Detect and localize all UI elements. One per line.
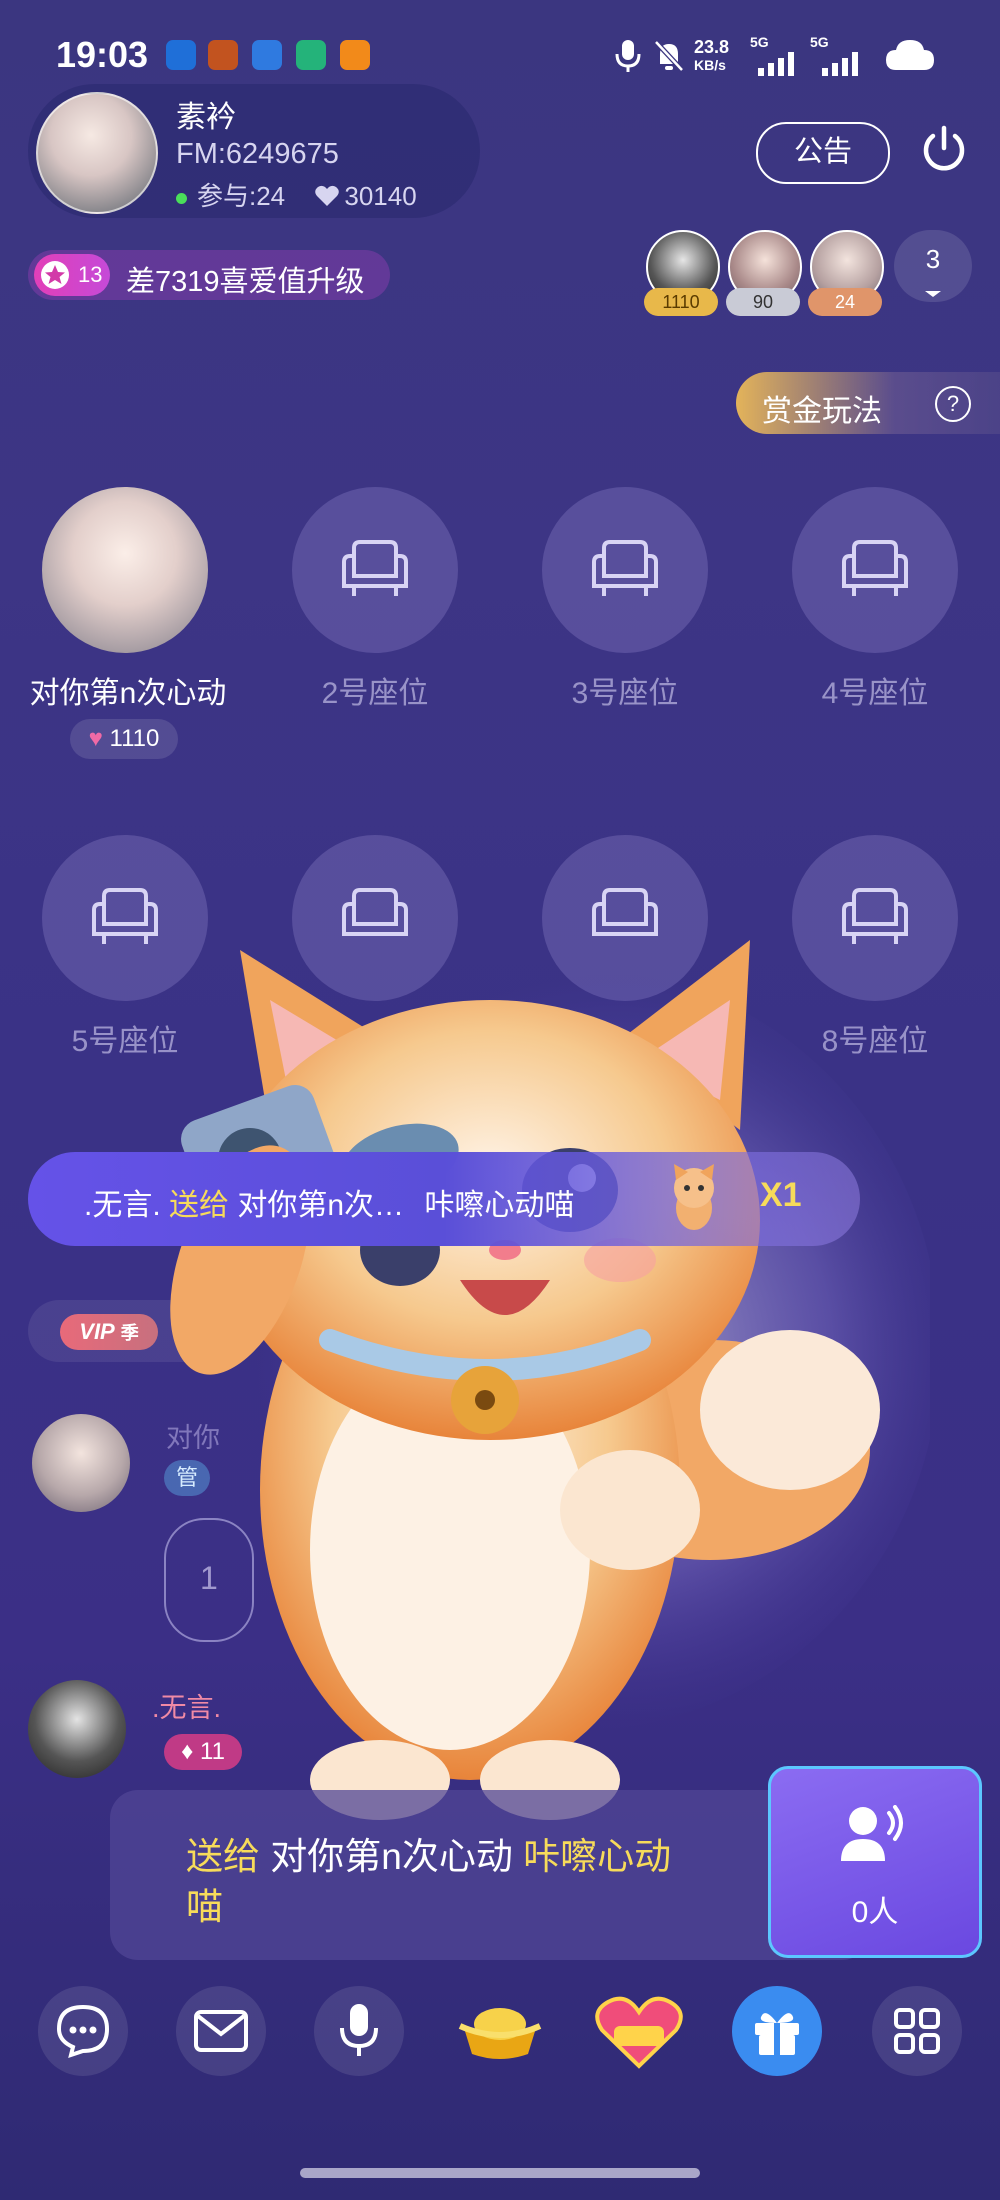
power-exit-icon[interactable]: [918, 124, 970, 176]
microphone-icon: [340, 2004, 378, 2056]
status-bar: 19:03 23.8 KB/s 5G 5G: [0, 30, 1000, 90]
seat-3-label: 3号座位: [571, 677, 679, 710]
network-type-2: 5G: [810, 34, 829, 50]
mic-queue-button[interactable]: 0人: [768, 1766, 982, 1958]
online-count-button[interactable]: 3: [894, 230, 972, 302]
microphone-status-icon: [615, 40, 641, 72]
seat-2-label: 2号座位: [321, 677, 429, 710]
clock: 19:03: [56, 34, 149, 75]
mute-bell-icon: [654, 40, 684, 72]
grid-menu-icon: [894, 2008, 940, 2054]
gold-ingot-icon[interactable]: [458, 2000, 542, 2064]
gift-banner-text: .无言. 送给 对你第n次… 咔嚓心动喵: [84, 1189, 575, 1222]
seat-4[interactable]: [792, 487, 958, 653]
seat-1-avatar[interactable]: [42, 487, 208, 653]
notice-button[interactable]: 公告: [756, 122, 890, 184]
participants-count: 参与:24: [197, 181, 286, 211]
broadcast-notification-icon: [252, 40, 282, 70]
network-type-1: 5G: [750, 34, 769, 50]
empty-seat-icon: [592, 540, 658, 596]
seat-1-name: 对你第n次心动: [29, 677, 227, 710]
vip-badge: VIP 季: [60, 1314, 158, 1350]
empty-seat-icon: [842, 540, 908, 596]
heart-icon: [315, 185, 340, 206]
top-user-score-2: 90: [726, 288, 800, 316]
seat-4-label: 4号座位: [821, 677, 929, 710]
bounty-label: 赏金玩法: [762, 395, 882, 428]
message-avatar-1[interactable]: [32, 1414, 130, 1512]
cloud-icon: [886, 40, 934, 70]
heart-gift-icon[interactable]: [594, 1994, 684, 2070]
shop-notification-icon: [340, 40, 370, 70]
host-name: 素衿: [176, 101, 236, 134]
gift-count: X1: [760, 1176, 802, 1214]
signal-icon-2: [822, 52, 858, 76]
top-user-score-1: 1110: [644, 288, 718, 316]
level-progress-text: 差7319喜爱值升级: [126, 266, 365, 298]
home-indicator[interactable]: [300, 2168, 700, 2178]
net-speed: 23.8 KB/s: [694, 37, 730, 73]
message-avatar-2[interactable]: [28, 1680, 126, 1778]
video-notification-icon: [296, 40, 326, 70]
host-likes: 30140: [344, 181, 417, 211]
cat-gift-icon: [674, 1164, 714, 1230]
chat-gift-text: 送给 对你第n次心动 咔嚓心动 喵: [186, 1836, 672, 1927]
host-fm-id: FM:6249675: [176, 138, 339, 170]
mail-icon: [194, 2010, 248, 2052]
help-icon[interactable]: ?: [935, 386, 971, 422]
chat-button[interactable]: [38, 1986, 128, 2076]
gift-box-icon: [755, 2013, 799, 2055]
app-notification-icon: [166, 40, 196, 70]
empty-seat-icon: [342, 540, 408, 596]
signal-icon: [758, 52, 794, 76]
chat-bubble-icon: [56, 2004, 110, 2059]
game-notification-icon: [208, 40, 238, 70]
messages-button[interactable]: [176, 1986, 266, 2076]
host-avatar[interactable]: [36, 92, 158, 214]
seat-2[interactable]: [292, 487, 458, 653]
host-stats: 参与:24 30140: [176, 176, 417, 213]
gift-button[interactable]: [732, 1986, 822, 2076]
more-apps-button[interactable]: [872, 1986, 962, 2076]
chevron-down-icon: [925, 291, 941, 297]
user-voice-icon: [841, 1805, 903, 1861]
online-dot-icon: [176, 192, 187, 204]
microphone-button[interactable]: [314, 1986, 404, 2076]
seat-1-likes: ♥ 1110: [70, 719, 178, 759]
level-badge: 13: [34, 254, 110, 296]
top-user-score-3: 24: [808, 288, 882, 316]
star-icon: [41, 261, 69, 289]
gift-animation-cat-image: [170, 940, 930, 1820]
seat-3[interactable]: [542, 487, 708, 653]
